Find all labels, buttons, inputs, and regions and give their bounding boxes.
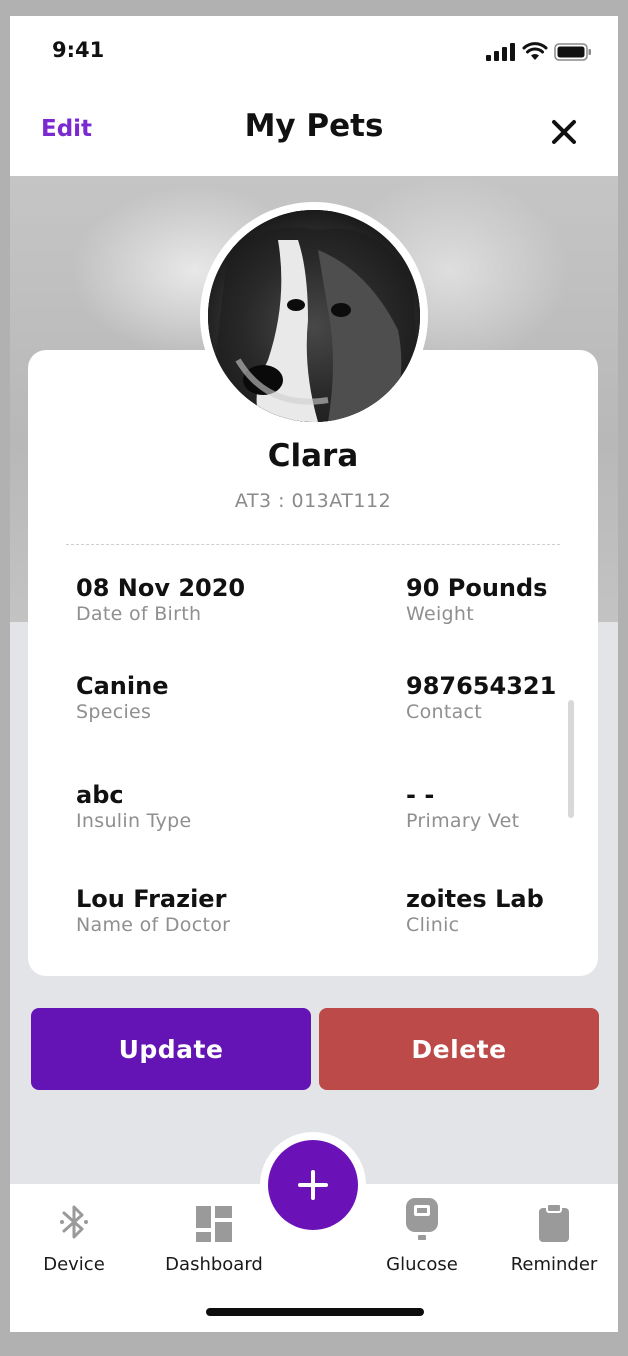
status-icons	[486, 42, 592, 61]
pet-avatar[interactable]	[208, 210, 420, 422]
field-insulin-type: abc Insulin Type	[76, 781, 191, 832]
close-icon[interactable]	[550, 118, 578, 146]
phone-screen: 9:41 Edit My Pets Clara AT3: 013AT112 0…	[10, 16, 618, 1332]
field-name-of-doctor: Lou Frazier Name of Doctor	[76, 885, 230, 936]
divider	[66, 544, 560, 545]
tab-label: Glucose	[386, 1254, 458, 1275]
add-pet-button[interactable]	[268, 1140, 358, 1230]
field-value: - -	[406, 781, 435, 809]
field-value: zoites Lab	[406, 885, 544, 913]
field-label: Date of Birth	[76, 603, 202, 625]
nav-bar: Edit My Pets	[10, 92, 618, 176]
field-species: Canine Species	[76, 672, 168, 723]
field-label: Clinic	[406, 914, 460, 936]
signal-icon	[486, 42, 515, 61]
field-value: 08 Nov 2020	[76, 574, 246, 602]
status-time: 9:41	[52, 38, 105, 62]
tab-label: Dashboard	[165, 1254, 263, 1275]
update-button[interactable]: Update	[31, 1008, 311, 1090]
wifi-icon	[522, 42, 548, 60]
dog-photo-icon	[208, 210, 420, 422]
tab-device[interactable]: Device	[14, 1198, 134, 1275]
field-clinic: zoites Lab Clinic	[406, 885, 544, 936]
pet-details-card: Clara AT3 : 013AT112 08 Nov 2020 Date of…	[28, 350, 598, 976]
status-bar: 9:41	[10, 16, 618, 92]
home-indicator	[206, 1308, 424, 1316]
tab-reminder[interactable]: Reminder	[494, 1198, 614, 1275]
field-label: Primary Vet	[406, 810, 520, 832]
tab-dashboard[interactable]: Dashboard	[154, 1198, 274, 1275]
field-date-of-birth: 08 Nov 2020 Date of Birth	[76, 574, 245, 625]
field-label: Weight	[406, 603, 474, 625]
field-primary-vet: - - Primary Vet	[406, 781, 519, 832]
field-label: Name of Doctor	[76, 914, 231, 936]
field-value: Lou Frazier	[76, 885, 227, 913]
dashboard-icon	[196, 1206, 232, 1242]
page-title: My Pets	[244, 108, 384, 144]
field-value: 987654321	[406, 672, 557, 700]
bluetooth-icon	[60, 1205, 88, 1239]
clipboard-icon	[539, 1204, 569, 1242]
plus-icon	[298, 1170, 328, 1200]
pet-avatar-frame	[200, 202, 428, 430]
delete-button[interactable]: Delete	[319, 1008, 599, 1090]
fab-frame	[260, 1132, 366, 1238]
battery-icon	[554, 42, 591, 61]
field-value: 90 Pounds	[406, 574, 548, 602]
field-value: abc	[76, 781, 124, 809]
tab-glucose[interactable]: Glucose	[362, 1198, 482, 1275]
field-contact: 987654321 Contact	[406, 672, 556, 723]
field-value: Canine	[76, 672, 169, 700]
pet-name: Clara	[267, 438, 359, 474]
field-label: Species	[76, 701, 152, 723]
field-label: Insulin Type	[76, 810, 192, 832]
field-weight: 90 Pounds Weight	[406, 574, 547, 625]
glucose-meter-icon	[406, 1198, 438, 1240]
tab-label: Reminder	[510, 1254, 598, 1275]
pet-id: AT3 : 013AT112	[234, 490, 392, 512]
tab-label: Device	[43, 1254, 105, 1275]
field-label: Contact	[406, 701, 483, 723]
card-scrollbar[interactable]	[568, 700, 574, 818]
